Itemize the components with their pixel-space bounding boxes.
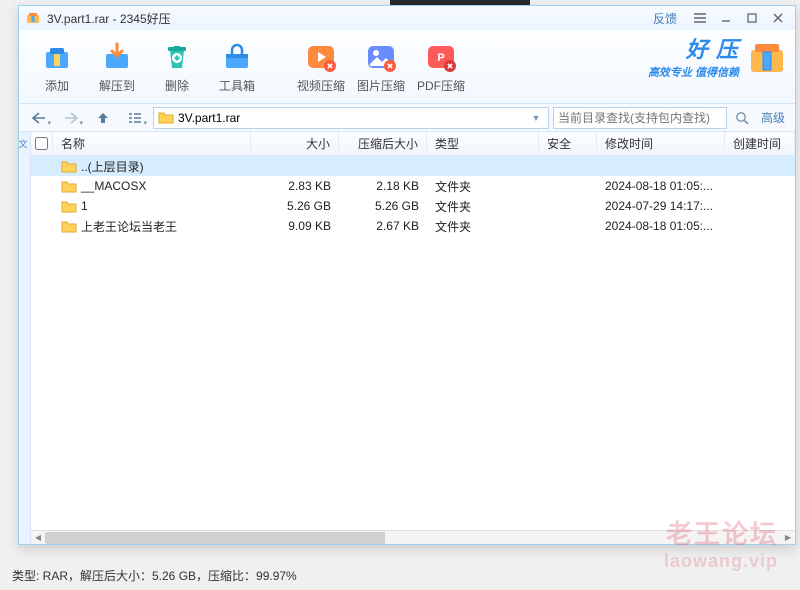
table-row[interactable]: 15.26 GB5.26 GB文件夹2024-07-29 14:17:...	[31, 196, 795, 216]
row-compressed-size: 2.18 KB	[339, 179, 427, 193]
toolbar-add[interactable]: 添加	[27, 34, 87, 100]
toolbar-delete[interactable]: 删除	[147, 34, 207, 100]
toolbar-image-compress[interactable]: 图片压缩	[351, 34, 411, 100]
row-compressed-size: 2.67 KB	[339, 219, 427, 233]
toolbar-pdf-label: PDF压缩	[417, 77, 465, 94]
minimize-button[interactable]	[713, 9, 739, 27]
svg-text:P: P	[437, 52, 444, 64]
toolbar-extract-label: 解压到	[99, 77, 135, 94]
nav-forward-button[interactable]: ▾	[57, 107, 85, 129]
row-type: 文件夹	[427, 178, 539, 195]
row-name: __MACOSX	[81, 179, 146, 193]
toolbar-video-compress[interactable]: 视频压缩	[291, 34, 351, 100]
pdf-icon: P	[423, 39, 459, 75]
toolbar-add-label: 添加	[45, 77, 69, 94]
app-icon	[25, 10, 41, 26]
file-list: ..(上层目录)__MACOSX2.83 KB2.18 KB文件夹2024-08…	[31, 156, 795, 530]
feedback-link[interactable]: 反馈	[653, 10, 677, 27]
brand-subtitle: 高效专业 值得信赖	[648, 64, 739, 80]
content-area: 文 名称 大小 压缩后大小 类型 安全 修改时间 创建时间 ..(上层目录)__…	[19, 132, 795, 544]
table-row[interactable]: __MACOSX 2.83 KB2.18 KB文件夹 2024-08-18 01:0…	[31, 176, 795, 196]
toolbar-pdf-compress[interactable]: P PDF压缩	[411, 34, 471, 100]
status-bar: 类型: RAR，解压后大小：5.26 GB，压缩比：99.97%	[12, 567, 297, 584]
nav-view-button[interactable]: ▾	[121, 107, 149, 129]
path-folder-icon	[158, 110, 174, 126]
nav-back-button[interactable]: ▾	[25, 107, 53, 129]
row-size: 9.09 KB	[251, 219, 339, 233]
titlebar[interactable]: 3V.part1.rar - 2345好压 反馈	[19, 6, 795, 30]
toolbar-video-label: 视频压缩	[297, 77, 345, 94]
image-icon	[363, 39, 399, 75]
brand-icon	[745, 34, 789, 78]
search-input[interactable]	[554, 111, 726, 125]
window-title: 3V.part1.rar - 2345好压	[47, 10, 171, 27]
scroll-track[interactable]	[45, 531, 781, 545]
add-icon	[39, 39, 75, 75]
table-row[interactable]: 上老王论坛当老王 9.09 KB2.67 KB文件夹 2024-08-18 01:0…	[31, 216, 795, 236]
brand-title: 好 压	[686, 32, 739, 64]
toolbar: 添加 解压到 删除 工具箱 视频压缩 图片压缩 P PDF压缩 好	[19, 30, 795, 104]
scroll-right-button[interactable]: ▶	[781, 531, 795, 545]
path-input[interactable]	[178, 111, 528, 125]
search-box[interactable]	[553, 107, 727, 129]
sidebar: 文	[19, 132, 31, 544]
column-header-row: 名称 大小 压缩后大小 类型 安全 修改时间 创建时间	[31, 132, 795, 156]
navbar: ▾ ▾ ▾ ▼ 高级	[19, 104, 795, 132]
column-compressed-size[interactable]: 压缩后大小	[339, 132, 427, 155]
horizontal-scrollbar[interactable]: ◀ ▶	[31, 530, 795, 544]
extract-icon	[99, 39, 135, 75]
table-row[interactable]: ..(上层目录)	[31, 156, 795, 176]
row-compressed-size: 5.26 GB	[339, 199, 427, 213]
toolbar-toolbox-label: 工具箱	[219, 77, 255, 94]
toolbar-toolbox[interactable]: 工具箱	[207, 34, 267, 100]
path-box[interactable]: ▼	[153, 107, 549, 129]
row-type: 文件夹	[427, 198, 539, 215]
maximize-button[interactable]	[739, 9, 765, 27]
column-type[interactable]: 类型	[427, 132, 539, 155]
search-button[interactable]	[731, 107, 753, 129]
row-modified-time: 2024-08-18 01:05:...	[597, 219, 725, 233]
column-size[interactable]: 大小	[251, 132, 339, 155]
row-modified-time: 2024-08-18 01:05:...	[597, 179, 725, 193]
path-dropdown-icon[interactable]: ▼	[528, 113, 544, 123]
column-modified-time[interactable]: 修改时间	[597, 132, 725, 155]
toolbar-delete-label: 删除	[165, 77, 189, 94]
select-all-checkbox[interactable]	[35, 137, 48, 150]
row-name: 上老王论坛当老王	[81, 218, 177, 235]
column-name[interactable]: 名称	[53, 132, 251, 155]
row-name: ..(上层目录)	[81, 158, 144, 175]
nav-up-button[interactable]	[89, 107, 117, 129]
delete-icon	[159, 39, 195, 75]
column-checkbox[interactable]	[31, 132, 53, 155]
sidebar-tab-1[interactable]: 文	[20, 136, 30, 150]
scroll-left-button[interactable]: ◀	[31, 531, 45, 545]
row-size: 2.83 KB	[251, 179, 339, 193]
toolbox-icon	[219, 39, 255, 75]
row-size: 5.26 GB	[251, 199, 339, 213]
toolbar-extract[interactable]: 解压到	[87, 34, 147, 100]
file-pane: 名称 大小 压缩后大小 类型 安全 修改时间 创建时间 ..(上层目录)__MA…	[31, 132, 795, 544]
advanced-search-link[interactable]: 高级	[757, 109, 789, 126]
column-safe[interactable]: 安全	[539, 132, 597, 155]
app-window: 3V.part1.rar - 2345好压 反馈 添加 解压到 删除 工具箱 视…	[18, 5, 796, 545]
row-type: 文件夹	[427, 218, 539, 235]
video-icon	[303, 39, 339, 75]
row-name: 1	[81, 199, 88, 213]
close-button[interactable]	[765, 9, 791, 27]
watermark-line2: laowang.vip	[664, 551, 778, 572]
column-created-time[interactable]: 创建时间	[725, 132, 795, 155]
toolbar-image-label: 图片压缩	[357, 77, 405, 94]
row-modified-time: 2024-07-29 14:17:...	[597, 199, 725, 213]
scroll-thumb[interactable]	[45, 532, 385, 544]
menu-button[interactable]	[687, 9, 713, 27]
brand-block: 好 压 高效专业 值得信赖	[648, 32, 789, 80]
